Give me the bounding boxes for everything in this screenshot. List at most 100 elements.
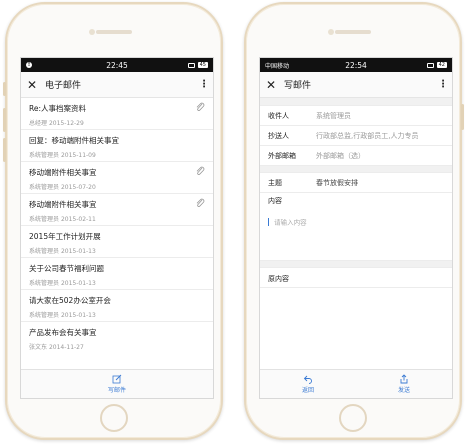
paperclip-icon (196, 198, 205, 207)
mail-subject: 移动端附件相关事宜 (29, 168, 97, 177)
volume-up-button (3, 108, 6, 132)
mail-subject: 关于公司春节福利问题 (29, 264, 104, 273)
cc-field[interactable]: 抄送人 行政部总监,行政部员工,人力专员 (260, 126, 452, 146)
body-label: 内容 (268, 197, 282, 205)
back-icon (303, 375, 312, 384)
phone-frame-left: ! 22:45 45 ✕ 电子邮件 ⋮ Re:人事档案资料 总经理 2015-1… (3, 2, 223, 440)
mail-sender: 系统管理员 (29, 280, 60, 287)
mail-item[interactable]: Re:人事档案资料 总经理 2015-12-29 (21, 98, 213, 130)
mail-subject: 移动端附件相关事宜 (29, 200, 97, 209)
home-button (100, 404, 128, 432)
mail-sender: 张文东 (29, 344, 48, 351)
back-label: 返回 (301, 387, 314, 394)
body-placeholder: 请输入内容 (274, 218, 307, 227)
mail-sender: 系统管理员 (29, 248, 60, 255)
mail-date: 2015-01-13 (60, 312, 96, 319)
mail-sender: 系统管理员 (29, 152, 60, 159)
compose-label: 写邮件 (107, 387, 126, 394)
phone-frame-right: 中国移动 22:54 42 ✕ 写邮件 ⋮ 收件人 系统管理员 抄送人 行政部总… (244, 2, 464, 440)
section-divider (260, 166, 452, 173)
close-icon[interactable]: ✕ (266, 78, 280, 92)
mail-item[interactable]: 关于公司春节福利问题 系统管理员 2015-01-13 (21, 258, 213, 290)
mail-date: 2015-11-09 (60, 152, 96, 159)
subject-value: 春节放假安排 (316, 179, 358, 187)
status-time: 22:45 (106, 60, 128, 70)
status-bar: 中国移动 22:54 42 (260, 58, 452, 72)
mail-list-screen: ! 22:45 45 ✕ 电子邮件 ⋮ Re:人事档案资料 总经理 2015-1… (20, 57, 214, 399)
compose-icon (112, 374, 122, 384)
send-label: 发送 (397, 387, 410, 394)
mail-date: 2015-01-13 (60, 248, 96, 255)
bottom-toolbar: 返回 发送 (260, 369, 452, 398)
mail-date: 2015-02-11 (60, 216, 96, 223)
cc-value: 行政部总监,行政部员工,人力专员 (316, 132, 419, 140)
more-icon[interactable]: ⋮ (199, 79, 209, 90)
mail-date: 2015-12-29 (48, 120, 84, 127)
mail-item[interactable]: 2015年工作计划开展 系统管理员 2015-01-13 (21, 226, 213, 258)
mail-sender: 系统管理员 (29, 184, 60, 191)
speaker (335, 30, 371, 34)
body-input[interactable]: 请输入内容 (260, 209, 452, 261)
speaker (96, 30, 132, 34)
section-divider (260, 98, 452, 106)
mail-subject: 回复：移动端附件相关事宜 (29, 136, 119, 145)
paperclip-icon (196, 102, 205, 111)
notification-icon: ! (26, 62, 32, 68)
mail-sender: 系统管理员 (29, 216, 60, 223)
compose-button[interactable]: 写邮件 (108, 374, 126, 394)
original-content-label: 原内容 (268, 275, 289, 283)
signal-icon (426, 62, 434, 68)
mail-item[interactable]: 移动端附件相关事宜 系统管理员 2015-02-11 (21, 194, 213, 226)
mail-date: 2014-11-27 (48, 344, 84, 351)
external-email-value: 外部邮箱（选） (316, 152, 365, 160)
body-label-row: 内容 (260, 193, 452, 209)
mail-item[interactable]: 回复：移动端附件相关事宜 系统管理员 2015-11-09 (21, 130, 213, 162)
page-title: 电子邮件 (45, 81, 82, 91)
external-email-field[interactable]: 外部邮箱 外部邮箱（选） (260, 146, 452, 166)
volume-down-button (3, 138, 6, 162)
mail-subject: 请大家在502办公室开会 (29, 296, 111, 305)
paperclip-icon (196, 166, 205, 175)
compose-screen: 中国移动 22:54 42 ✕ 写邮件 ⋮ 收件人 系统管理员 抄送人 行政部总… (259, 57, 453, 399)
mail-item[interactable]: 请大家在502办公室开会 系统管理员 2015-01-13 (21, 290, 213, 322)
mail-subject: Re:人事档案资料 (29, 104, 87, 113)
camera (328, 29, 334, 35)
battery-icon: 45 (197, 62, 208, 68)
text-cursor (268, 217, 269, 226)
recipient-label: 收件人 (268, 112, 289, 120)
bottom-toolbar: 写邮件 (21, 369, 213, 398)
recipient-field[interactable]: 收件人 系统管理员 (260, 106, 452, 126)
mail-item[interactable]: 移动端附件相关事宜 系统管理员 2015-07-20 (21, 162, 213, 194)
mail-item[interactable]: 产品发布会有关事宜 张文东 2014-11-27 (21, 322, 213, 354)
subject-label: 主题 (268, 179, 282, 187)
camera (89, 29, 95, 35)
mail-sender: 总经理 (29, 120, 48, 127)
mail-sender: 系统管理员 (29, 312, 60, 319)
home-button (339, 404, 367, 432)
recipient-value: 系统管理员 (316, 112, 351, 120)
status-bar: ! 22:45 45 (21, 58, 213, 72)
title-bar: ✕ 写邮件 ⋮ (260, 72, 452, 98)
back-button[interactable]: 返回 (302, 374, 314, 394)
original-content-row: 原内容 (260, 268, 452, 288)
mail-subject: 产品发布会有关事宜 (29, 328, 97, 337)
more-icon[interactable]: ⋮ (438, 79, 448, 90)
battery-icon: 42 (436, 62, 447, 68)
mail-list: Re:人事档案资料 总经理 2015-12-29 回复：移动端附件相关事宜 系统… (21, 98, 213, 354)
subject-field[interactable]: 主题 春节放假安排 (260, 173, 452, 193)
mail-subject: 2015年工作计划开展 (29, 232, 101, 241)
mail-date: 2015-01-13 (60, 280, 96, 287)
mute-switch (3, 82, 6, 96)
send-icon (400, 374, 408, 384)
send-button[interactable]: 发送 (398, 374, 410, 394)
cc-label: 抄送人 (268, 132, 289, 140)
carrier-name: 中国移动 (265, 62, 290, 70)
close-icon[interactable]: ✕ (27, 78, 41, 92)
external-email-label: 外部邮箱 (268, 152, 296, 160)
page-title: 写邮件 (284, 81, 312, 91)
signal-icon (187, 62, 195, 68)
power-button (461, 104, 464, 130)
section-divider (260, 261, 452, 268)
mail-date: 2015-07-20 (60, 184, 96, 191)
title-bar: ✕ 电子邮件 ⋮ (21, 72, 213, 98)
